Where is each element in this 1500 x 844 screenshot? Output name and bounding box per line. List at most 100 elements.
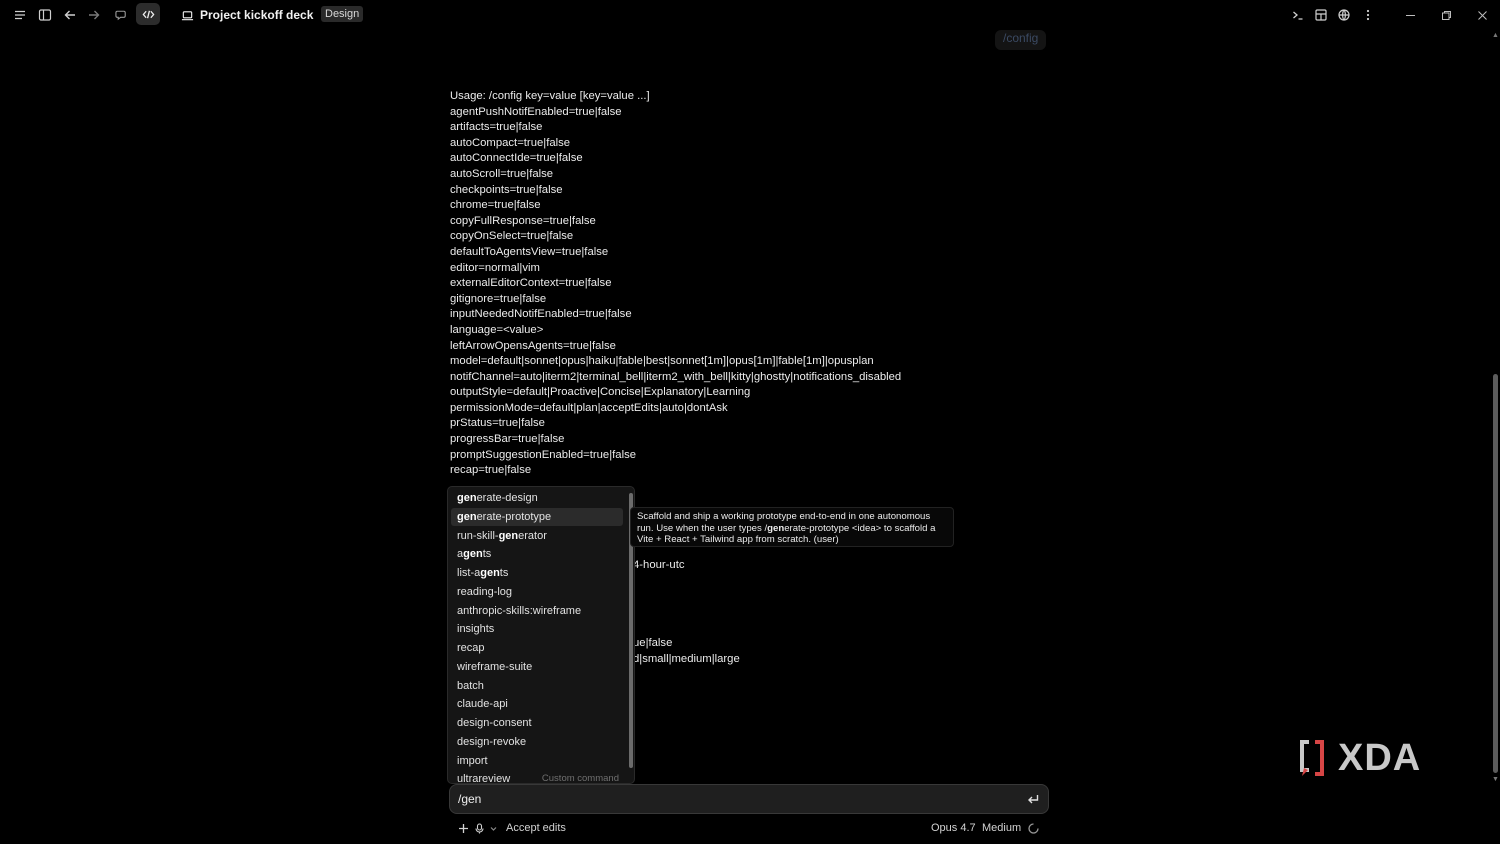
mic-options-button[interactable] xyxy=(488,820,499,836)
autocomplete-item[interactable]: agents xyxy=(451,545,623,563)
slash-command-autocomplete: generate-design generate-prototype run-ski… xyxy=(447,486,635,784)
autocomplete-item[interactable]: batch xyxy=(451,677,623,695)
output-line: Usage: /config key=value [key=value ...] xyxy=(450,90,650,102)
output-fragment: d|small|medium|large xyxy=(633,653,740,665)
output-line: outputStyle=default|Proactive|Concise|Ex… xyxy=(450,386,751,399)
autocomplete-item-pre: ultrareview xyxy=(457,773,511,784)
restore-icon[interactable] xyxy=(1436,6,1456,24)
accept-edits-toggle[interactable]: Accept edits xyxy=(506,820,566,836)
autocomplete-item-pre: design-revoke xyxy=(457,735,527,748)
autocomplete-item[interactable]: generate-design xyxy=(451,489,623,507)
autocomplete-item-pre: insights xyxy=(457,623,495,636)
autocomplete-item[interactable]: insights xyxy=(451,620,623,638)
autocomplete-item[interactable]: generate-prototype xyxy=(451,507,623,526)
output-line: autoConnectIde=true|false xyxy=(450,152,583,165)
autocomplete-item-rest: erator xyxy=(518,529,547,542)
autocomplete-item-match: gen xyxy=(457,492,477,504)
scrollbar-thumb[interactable] xyxy=(1493,374,1498,773)
sidebar-toggle-icon[interactable] xyxy=(36,6,54,24)
output-line: copyFullResponse=true|false xyxy=(450,214,596,227)
autocomplete-item-match: gen xyxy=(480,567,500,579)
output-line: checkpoints=true|false xyxy=(450,183,563,196)
autocomplete-item-pre: reading-log xyxy=(457,585,513,598)
autocomplete-item-pre: batch xyxy=(457,679,484,692)
panel-layout-icon[interactable] xyxy=(1312,6,1330,24)
output-line: model=default|sonnet|opus|haiku|fable|be… xyxy=(450,355,874,368)
close-icon[interactable] xyxy=(1472,6,1492,24)
autocomplete-item[interactable]: ultrareview Custom command xyxy=(451,770,623,784)
enter-send-icon[interactable] xyxy=(1026,792,1040,806)
menu-icon[interactable] xyxy=(11,6,29,24)
output-line: promptSuggestionEnabled=true|false xyxy=(450,448,637,461)
autocomplete-item[interactable]: wireframe-suite xyxy=(451,658,623,676)
project-selector[interactable]: Project kickoff deck xyxy=(181,6,332,24)
back-arrow-icon[interactable] xyxy=(61,6,79,24)
output-line: agentPushNotifEnabled=true|false xyxy=(450,105,622,118)
output-line: autoScroll=true|false xyxy=(450,167,554,180)
autocomplete-item-match: gen xyxy=(457,510,477,523)
autocomplete-item-pre: claude-api xyxy=(457,698,508,711)
output-line: progressBar=true|false xyxy=(450,433,565,446)
autocomplete-item[interactable]: claude-api xyxy=(451,695,623,713)
code-mode-button[interactable] xyxy=(136,3,160,25)
command-description-tooltip: Scaffold and ship a working prototype en… xyxy=(630,507,954,547)
chat-mode-button[interactable] xyxy=(109,3,133,25)
autocomplete-item-pre: run-skill- xyxy=(457,529,499,542)
design-badge[interactable]: Design xyxy=(321,6,364,22)
autocomplete-item-pre: anthropic-skills:wireframe xyxy=(457,604,582,617)
autocomplete-item-pre: recap xyxy=(457,642,485,654)
forward-arrow-icon[interactable] xyxy=(85,6,103,24)
output-line: leftArrowOpensAgents=true|false xyxy=(450,339,616,352)
terminal-icon[interactable] xyxy=(1289,6,1307,24)
prompt-input[interactable] xyxy=(458,791,998,807)
autocomplete-item[interactable]: list-agents xyxy=(451,564,623,582)
autocomplete-item[interactable]: design-consent xyxy=(451,714,623,732)
laptop-icon xyxy=(181,10,194,20)
command-type-tag: Custom command xyxy=(541,773,619,784)
loading-spinner-icon xyxy=(1028,820,1039,836)
xda-watermark-logo: XDA xyxy=(1298,736,1440,780)
autocomplete-item-match: gen xyxy=(498,529,519,542)
microphone-icon xyxy=(475,822,484,833)
add-attachment-button[interactable] xyxy=(458,820,469,836)
output-line: notifChannel=auto|iterm2|terminal_bell|i… xyxy=(450,370,902,383)
autocomplete-item-match: gen xyxy=(463,548,483,561)
autocomplete-item[interactable]: recap xyxy=(451,639,623,657)
autocomplete-item[interactable]: reading-log xyxy=(451,583,623,601)
autocomplete-item[interactable]: design-revoke xyxy=(451,733,623,751)
autocomplete-item-pre: wireframe-suite xyxy=(457,660,533,673)
scroll-down-icon[interactable]: ▼ xyxy=(1492,776,1499,783)
project-title: Project kickoff deck xyxy=(200,8,314,22)
output-line: recap=true|false xyxy=(450,464,532,477)
autocomplete-item[interactable]: anthropic-skills:wireframe xyxy=(451,602,623,620)
chat-bubble-icon xyxy=(114,10,126,20)
microphone-button[interactable] xyxy=(474,820,485,836)
output-line: artifacts=true|false xyxy=(450,121,543,134)
more-vertical-icon[interactable] xyxy=(1359,6,1377,24)
main-scrollbar[interactable]: ▲ ▼ xyxy=(1491,30,1500,784)
output-line: chrome=true|false xyxy=(450,199,541,212)
effort-selector[interactable]: Medium xyxy=(982,820,1021,836)
output-line: defaultToAgentsView=true|false xyxy=(450,245,609,258)
output-line: inputNeededNotifEnabled=true|false xyxy=(450,308,632,321)
output-line: autoCompact=true|false xyxy=(450,136,571,149)
model-selector[interactable]: Opus 4.7 xyxy=(931,820,976,836)
title-bar: Project kickoff deck Design xyxy=(0,0,1500,29)
autocomplete-item-pre: design-consent xyxy=(457,717,532,729)
output-line: copyOnSelect=true|false xyxy=(450,230,574,243)
minimize-icon[interactable] xyxy=(1400,6,1420,24)
output-line: prStatus=true|false xyxy=(450,417,545,430)
scroll-up-icon[interactable]: ▲ xyxy=(1492,32,1499,39)
plus-icon xyxy=(459,823,468,833)
user-message-chip: /config xyxy=(995,30,1047,50)
output-line: language=<value> xyxy=(450,323,544,336)
autocomplete-item[interactable]: import xyxy=(451,752,623,770)
autocomplete-item[interactable]: run-skill-generator xyxy=(451,527,623,545)
output-line: externalEditorContext=true|false xyxy=(450,277,612,290)
autocomplete-item-pre: import xyxy=(457,754,488,767)
mode-switcher xyxy=(109,3,161,25)
config-usage-output: Usage: /config key=value [key=value ...]… xyxy=(450,89,1010,479)
output-line: permissionMode=default|plan|acceptEdits|… xyxy=(450,401,728,414)
autocomplete-item-rest: erate-prototype xyxy=(476,510,552,523)
globe-icon[interactable] xyxy=(1335,6,1353,24)
